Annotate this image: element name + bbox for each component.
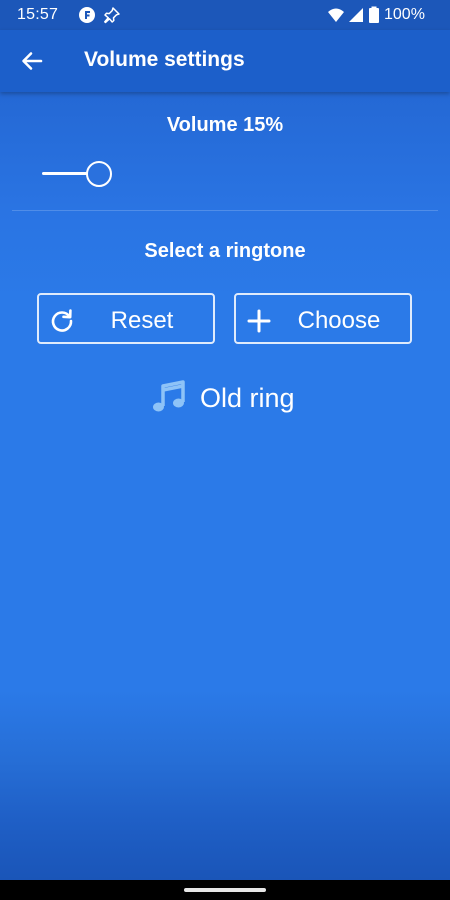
page-title: Volume settings (84, 48, 245, 71)
reset-button[interactable]: Reset (37, 293, 215, 344)
wifi-icon (327, 6, 345, 24)
refresh-icon (49, 308, 75, 334)
choose-button[interactable]: Choose (234, 293, 412, 344)
music-note-icon (150, 378, 188, 416)
app-bar: Volume settings (0, 30, 450, 92)
battery-percent: 100% (384, 6, 425, 23)
status-time: 15:57 (17, 6, 59, 23)
ringtone-heading: Select a ringtone (144, 240, 306, 262)
reset-button-label: Reset (110, 307, 174, 334)
slider-thumb[interactable] (86, 161, 112, 187)
notification-f-icon (78, 6, 96, 24)
plus-icon (246, 308, 272, 334)
slider-track-fill (42, 172, 88, 175)
choose-button-label: Choose (297, 307, 381, 334)
ringtone-name: Old ring (200, 383, 295, 413)
divider (12, 210, 438, 211)
pin-icon (103, 6, 121, 24)
home-gesture-handle[interactable] (184, 888, 266, 892)
back-button[interactable] (14, 43, 50, 79)
arrow-left-icon (14, 52, 50, 83)
signal-icon (347, 6, 365, 24)
status-bar: 15:57 100% (0, 0, 450, 30)
navigation-bar (0, 880, 450, 900)
volume-label: Volume 15% (166, 114, 284, 136)
battery-icon (368, 6, 380, 24)
volume-settings-screen: 15:57 100% Volume settings Volume 15% Se… (0, 0, 450, 900)
volume-slider[interactable] (40, 158, 410, 190)
current-ringtone: Old ring (150, 378, 350, 418)
